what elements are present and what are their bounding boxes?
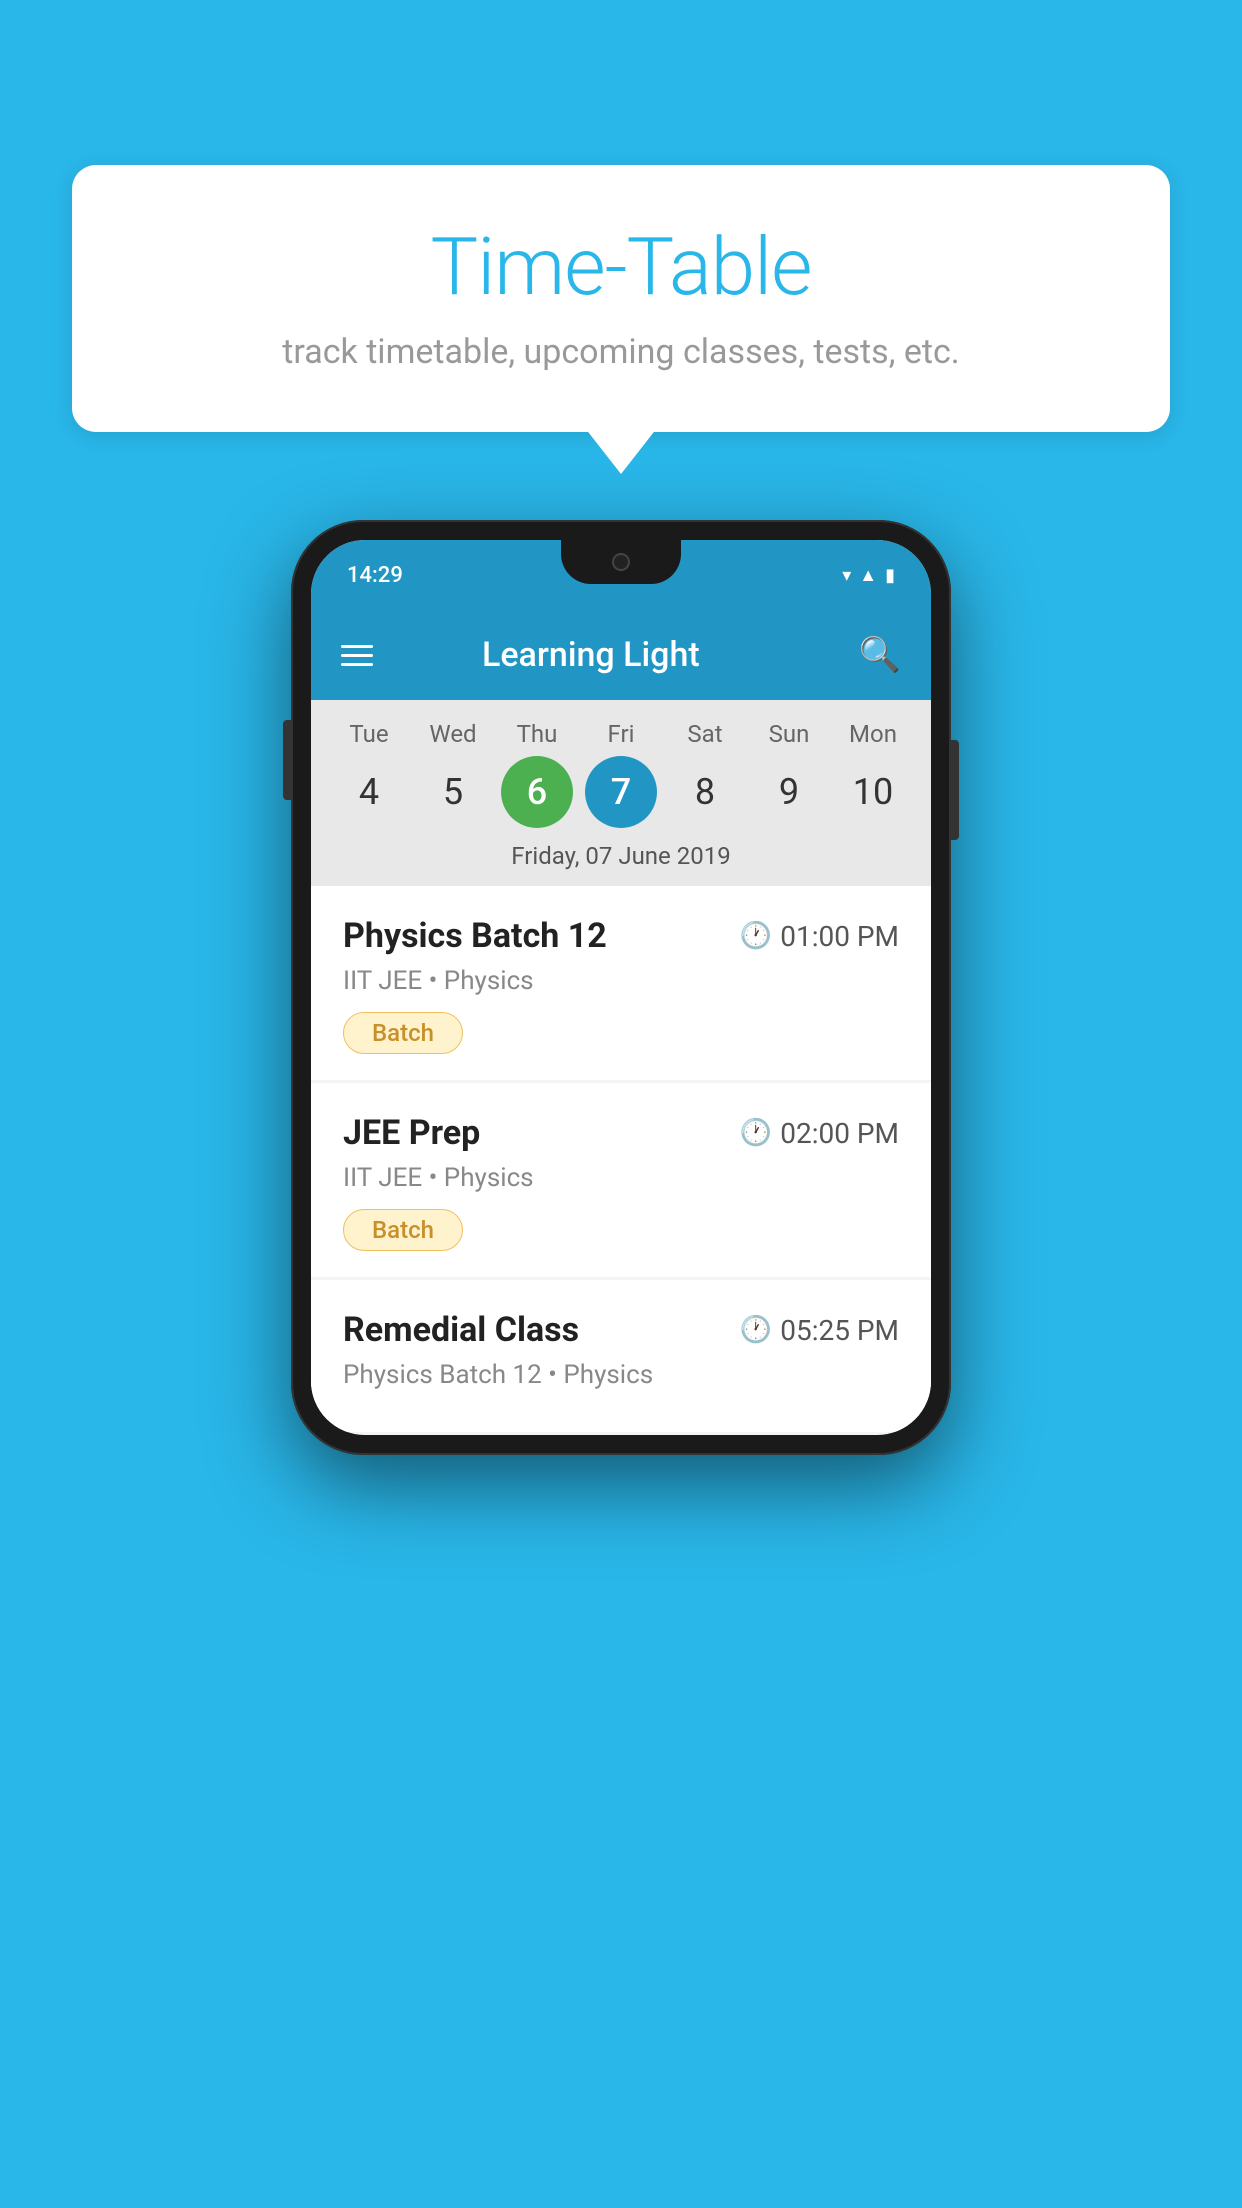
item-1-badge: Batch (343, 1012, 463, 1054)
bubble-title: Time-Table (122, 220, 1120, 314)
schedule-item-3[interactable]: Remedial Class 🕐 05:25 PM Physics Batch … (311, 1280, 931, 1432)
wifi-icon: ▾ (842, 565, 851, 586)
item-3-subtitle: Physics Batch 12 • Physics (343, 1360, 899, 1390)
status-time: 14:29 (347, 563, 403, 588)
item-2-badge: Batch (343, 1209, 463, 1251)
item-1-subtitle: IIT JEE • Physics (343, 966, 899, 996)
item-1-time: 🕐 01:00 PM (740, 920, 899, 953)
calendar-strip: Tue Wed Thu Fri Sat Sun Mon 4 5 6 7 8 9 … (311, 700, 931, 886)
item-2-title: JEE Prep (343, 1113, 480, 1153)
item-3-title: Remedial Class (343, 1310, 579, 1350)
day-10[interactable]: 10 (837, 756, 909, 828)
item-3-time: 🕐 05:25 PM (740, 1314, 899, 1347)
selected-date-label: Friday, 07 June 2019 (311, 842, 931, 886)
day-numbers: 4 5 6 7 8 9 10 (311, 756, 931, 828)
day-header-fri: Fri (585, 720, 657, 748)
day-6-today[interactable]: 6 (501, 756, 573, 828)
day-5[interactable]: 5 (417, 756, 489, 828)
bubble-subtitle: track timetable, upcoming classes, tests… (122, 332, 1120, 372)
day-7-selected[interactable]: 7 (585, 756, 657, 828)
schedule-item-2[interactable]: JEE Prep 🕐 02:00 PM IIT JEE • Physics Ba… (311, 1083, 931, 1277)
item-1-header: Physics Batch 12 🕐 01:00 PM (343, 916, 899, 956)
item-2-time: 🕐 02:00 PM (740, 1117, 899, 1150)
signal-icon: ▲ (859, 565, 877, 586)
day-header-wed: Wed (417, 720, 489, 748)
item-1-title: Physics Batch 12 (343, 916, 607, 956)
clock-icon-2: 🕐 (740, 1118, 772, 1148)
day-8[interactable]: 8 (669, 756, 741, 828)
clock-icon-1: 🕐 (740, 921, 772, 951)
app-title: Learning Light (397, 635, 785, 675)
day-header-tue: Tue (333, 720, 405, 748)
day-9[interactable]: 9 (753, 756, 825, 828)
day-header-sun: Sun (753, 720, 825, 748)
phone-screen: 14:29 ▾ ▲ ▮ Learning Light 🔍 (311, 540, 931, 1435)
notch-cutout (561, 540, 681, 584)
camera-dot (612, 553, 630, 571)
phone-mockup: 14:29 ▾ ▲ ▮ Learning Light 🔍 (291, 520, 951, 1455)
day-header-mon: Mon (837, 720, 909, 748)
clock-icon-3: 🕐 (740, 1315, 772, 1345)
schedule-list: Physics Batch 12 🕐 01:00 PM IIT JEE • Ph… (311, 886, 931, 1432)
item-3-header: Remedial Class 🕐 05:25 PM (343, 1310, 899, 1350)
item-2-header: JEE Prep 🕐 02:00 PM (343, 1113, 899, 1153)
item-2-subtitle: IIT JEE • Physics (343, 1163, 899, 1193)
day-headers: Tue Wed Thu Fri Sat Sun Mon (311, 720, 931, 748)
status-icons: ▾ ▲ ▮ (842, 565, 895, 586)
day-header-thu: Thu (501, 720, 573, 748)
day-4[interactable]: 4 (333, 756, 405, 828)
status-bar: 14:29 ▾ ▲ ▮ (311, 540, 931, 610)
schedule-item-1[interactable]: Physics Batch 12 🕐 01:00 PM IIT JEE • Ph… (311, 886, 931, 1080)
speech-bubble-card: Time-Table track timetable, upcoming cla… (72, 165, 1170, 432)
hamburger-menu-button[interactable] (341, 645, 373, 666)
day-header-sat: Sat (669, 720, 741, 748)
battery-icon: ▮ (885, 565, 895, 586)
search-icon[interactable]: 🔍 (859, 635, 901, 675)
app-bar: Learning Light 🔍 (311, 610, 931, 700)
phone-outer: 14:29 ▾ ▲ ▮ Learning Light 🔍 (291, 520, 951, 1455)
